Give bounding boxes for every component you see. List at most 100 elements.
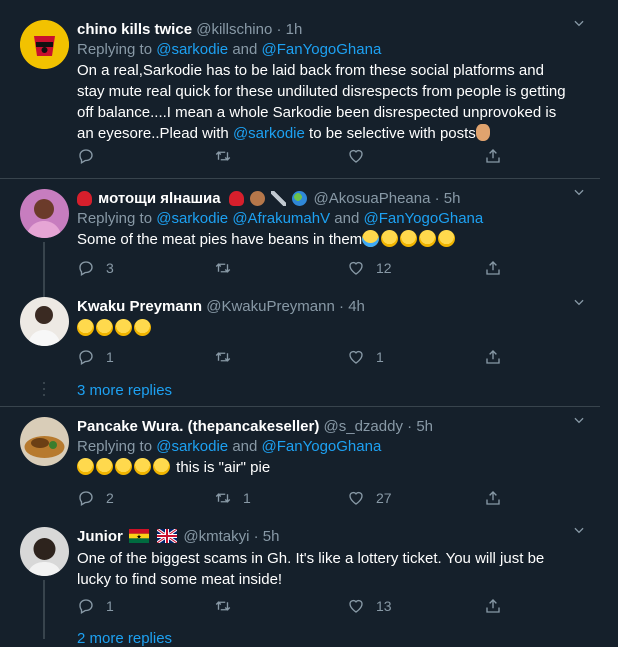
retweet-button[interactable] xyxy=(214,596,243,616)
tweet-3[interactable]: Kwaku Preymann @KwakuPreymann · 4h 1 1 xyxy=(0,289,600,369)
retweet-button[interactable] xyxy=(214,347,243,367)
share-button[interactable] xyxy=(484,146,513,166)
timestamp[interactable]: 1h xyxy=(286,21,303,38)
timestamp[interactable]: 4h xyxy=(348,298,365,315)
chevron-down-icon[interactable] xyxy=(572,185,586,199)
retweet-icon xyxy=(214,597,232,615)
share-button[interactable] xyxy=(484,347,513,367)
chevron-down-icon[interactable] xyxy=(572,295,586,309)
like-button[interactable]: 27 xyxy=(347,488,392,508)
mention-link[interactable]: @sarkodie xyxy=(233,125,305,142)
mention-link[interactable]: @FanYogoGhana xyxy=(363,210,483,227)
heart-icon xyxy=(347,259,365,277)
laughing-emoji-icon xyxy=(115,319,132,336)
replying-to: Replying to @sarkodie and @FanYogoGhana xyxy=(77,41,382,58)
user-handle[interactable]: @s_dzaddy xyxy=(324,418,403,435)
mention-link[interactable]: @sarkodie xyxy=(156,41,228,58)
separator-dot: · xyxy=(407,418,413,435)
reply-button[interactable]: 3 xyxy=(77,258,114,278)
retweet-button[interactable]: 1 xyxy=(214,488,251,508)
timestamp[interactable]: 5h xyxy=(444,190,461,207)
retweet-icon xyxy=(214,147,232,165)
reply-button[interactable] xyxy=(77,146,106,166)
tweet-2[interactable]: мотощи яlнашиа @AkosuaPheana · 5h Replyi… xyxy=(0,179,600,297)
user-handle[interactable]: @AkosuaPheana xyxy=(313,190,430,207)
display-name[interactable]: Kwaku Preymann xyxy=(77,298,202,315)
uk-flag-icon xyxy=(157,529,178,543)
timestamp[interactable]: 5h xyxy=(263,528,280,545)
laughing-emoji-icon xyxy=(77,458,94,475)
tweet-5[interactable]: Junior @kmtakyi · 5h One of the biggest … xyxy=(0,517,600,639)
chevron-down-icon[interactable] xyxy=(572,413,586,427)
display-name[interactable]: Junior xyxy=(77,528,123,545)
like-button[interactable]: 1 xyxy=(347,347,384,367)
mention-link[interactable]: @FanYogoGhana xyxy=(262,41,382,58)
crying-face-emoji-icon xyxy=(362,230,380,247)
reply-icon xyxy=(77,597,95,615)
share-icon xyxy=(484,259,502,277)
mention-link[interactable]: @sarkodie xyxy=(156,210,228,227)
globe-emoji-icon xyxy=(292,191,308,206)
heart-icon xyxy=(347,147,365,165)
like-button[interactable]: 13 xyxy=(347,596,392,616)
avatar[interactable] xyxy=(20,417,69,466)
chevron-down-icon[interactable] xyxy=(572,523,586,537)
ok-hand-emoji-icon xyxy=(475,124,490,141)
avatar[interactable] xyxy=(20,189,69,238)
share-icon xyxy=(484,348,502,366)
heart-icon xyxy=(347,597,365,615)
avatar[interactable] xyxy=(20,20,69,69)
laughing-emoji-icon xyxy=(115,458,132,475)
avatar[interactable] xyxy=(20,527,69,576)
tweet-1[interactable]: chino kills twice @killschino · 1h Reply… xyxy=(0,0,600,180)
like-button[interactable]: 12 xyxy=(347,258,392,278)
retweet-button[interactable] xyxy=(214,146,243,166)
user-handle[interactable]: @KwakuPreymann xyxy=(206,298,335,315)
mention-link[interactable]: @FanYogoGhana xyxy=(262,438,382,455)
reply-button[interactable]: 2 xyxy=(77,488,114,508)
tweet-text: Some of the meat pies have beans in them xyxy=(77,229,572,250)
mention-link[interactable]: @sarkodie xyxy=(156,438,228,455)
share-button[interactable] xyxy=(484,488,513,508)
user-handle[interactable]: @kmtakyi xyxy=(183,528,249,545)
display-name[interactable]: chino kills twice xyxy=(77,21,192,38)
laughing-emoji-icon xyxy=(77,319,94,336)
rose-emoji-icon xyxy=(228,191,244,206)
laughing-emoji-icon xyxy=(96,458,113,475)
timestamp[interactable]: 5h xyxy=(416,418,433,435)
reply-icon xyxy=(77,147,95,165)
reply-button[interactable]: 1 xyxy=(77,596,114,616)
laughing-emoji-icon xyxy=(153,458,170,475)
like-button[interactable] xyxy=(347,146,376,166)
separator-dot: · xyxy=(339,298,345,315)
heart-icon xyxy=(347,489,365,507)
user-handle[interactable]: @killschino xyxy=(196,21,272,38)
tweet-text xyxy=(77,318,572,339)
laughing-emoji-icon xyxy=(134,319,151,336)
mention-link[interactable]: @AfrakumahV xyxy=(232,210,330,227)
retweet-button[interactable] xyxy=(214,258,243,278)
share-icon xyxy=(484,597,502,615)
reply-button[interactable]: 1 xyxy=(77,347,114,367)
syringe-emoji-icon xyxy=(271,191,287,206)
separator-dot: · xyxy=(434,190,440,207)
chevron-down-icon[interactable] xyxy=(572,16,586,30)
display-name[interactable]: Pancake Wura. (thepancakeseller) xyxy=(77,418,319,435)
share-button[interactable] xyxy=(484,258,513,278)
share-button[interactable] xyxy=(484,596,513,616)
thread-dots xyxy=(42,382,46,400)
rose-emoji-icon xyxy=(77,191,92,206)
show-more-replies-link[interactable]: 3 more replies xyxy=(77,382,172,399)
thread-line xyxy=(43,580,45,639)
tweet-text: On a real,Sarkodie has to be laid back f… xyxy=(77,62,566,142)
share-icon xyxy=(484,147,502,165)
display-name[interactable]: мотощи яlнашиа xyxy=(98,190,220,207)
laughing-emoji-icon xyxy=(96,319,113,336)
replying-to: Replying to @sarkodie and @FanYogoGhana xyxy=(77,438,382,455)
reply-icon xyxy=(77,489,95,507)
share-icon xyxy=(484,489,502,507)
avatar[interactable] xyxy=(20,297,69,346)
tweet-4[interactable]: Pancake Wura. (thepancakeseller) @s_dzad… xyxy=(0,407,600,517)
laughing-emoji-icon xyxy=(400,230,418,247)
monkey-emoji-icon xyxy=(249,191,265,206)
